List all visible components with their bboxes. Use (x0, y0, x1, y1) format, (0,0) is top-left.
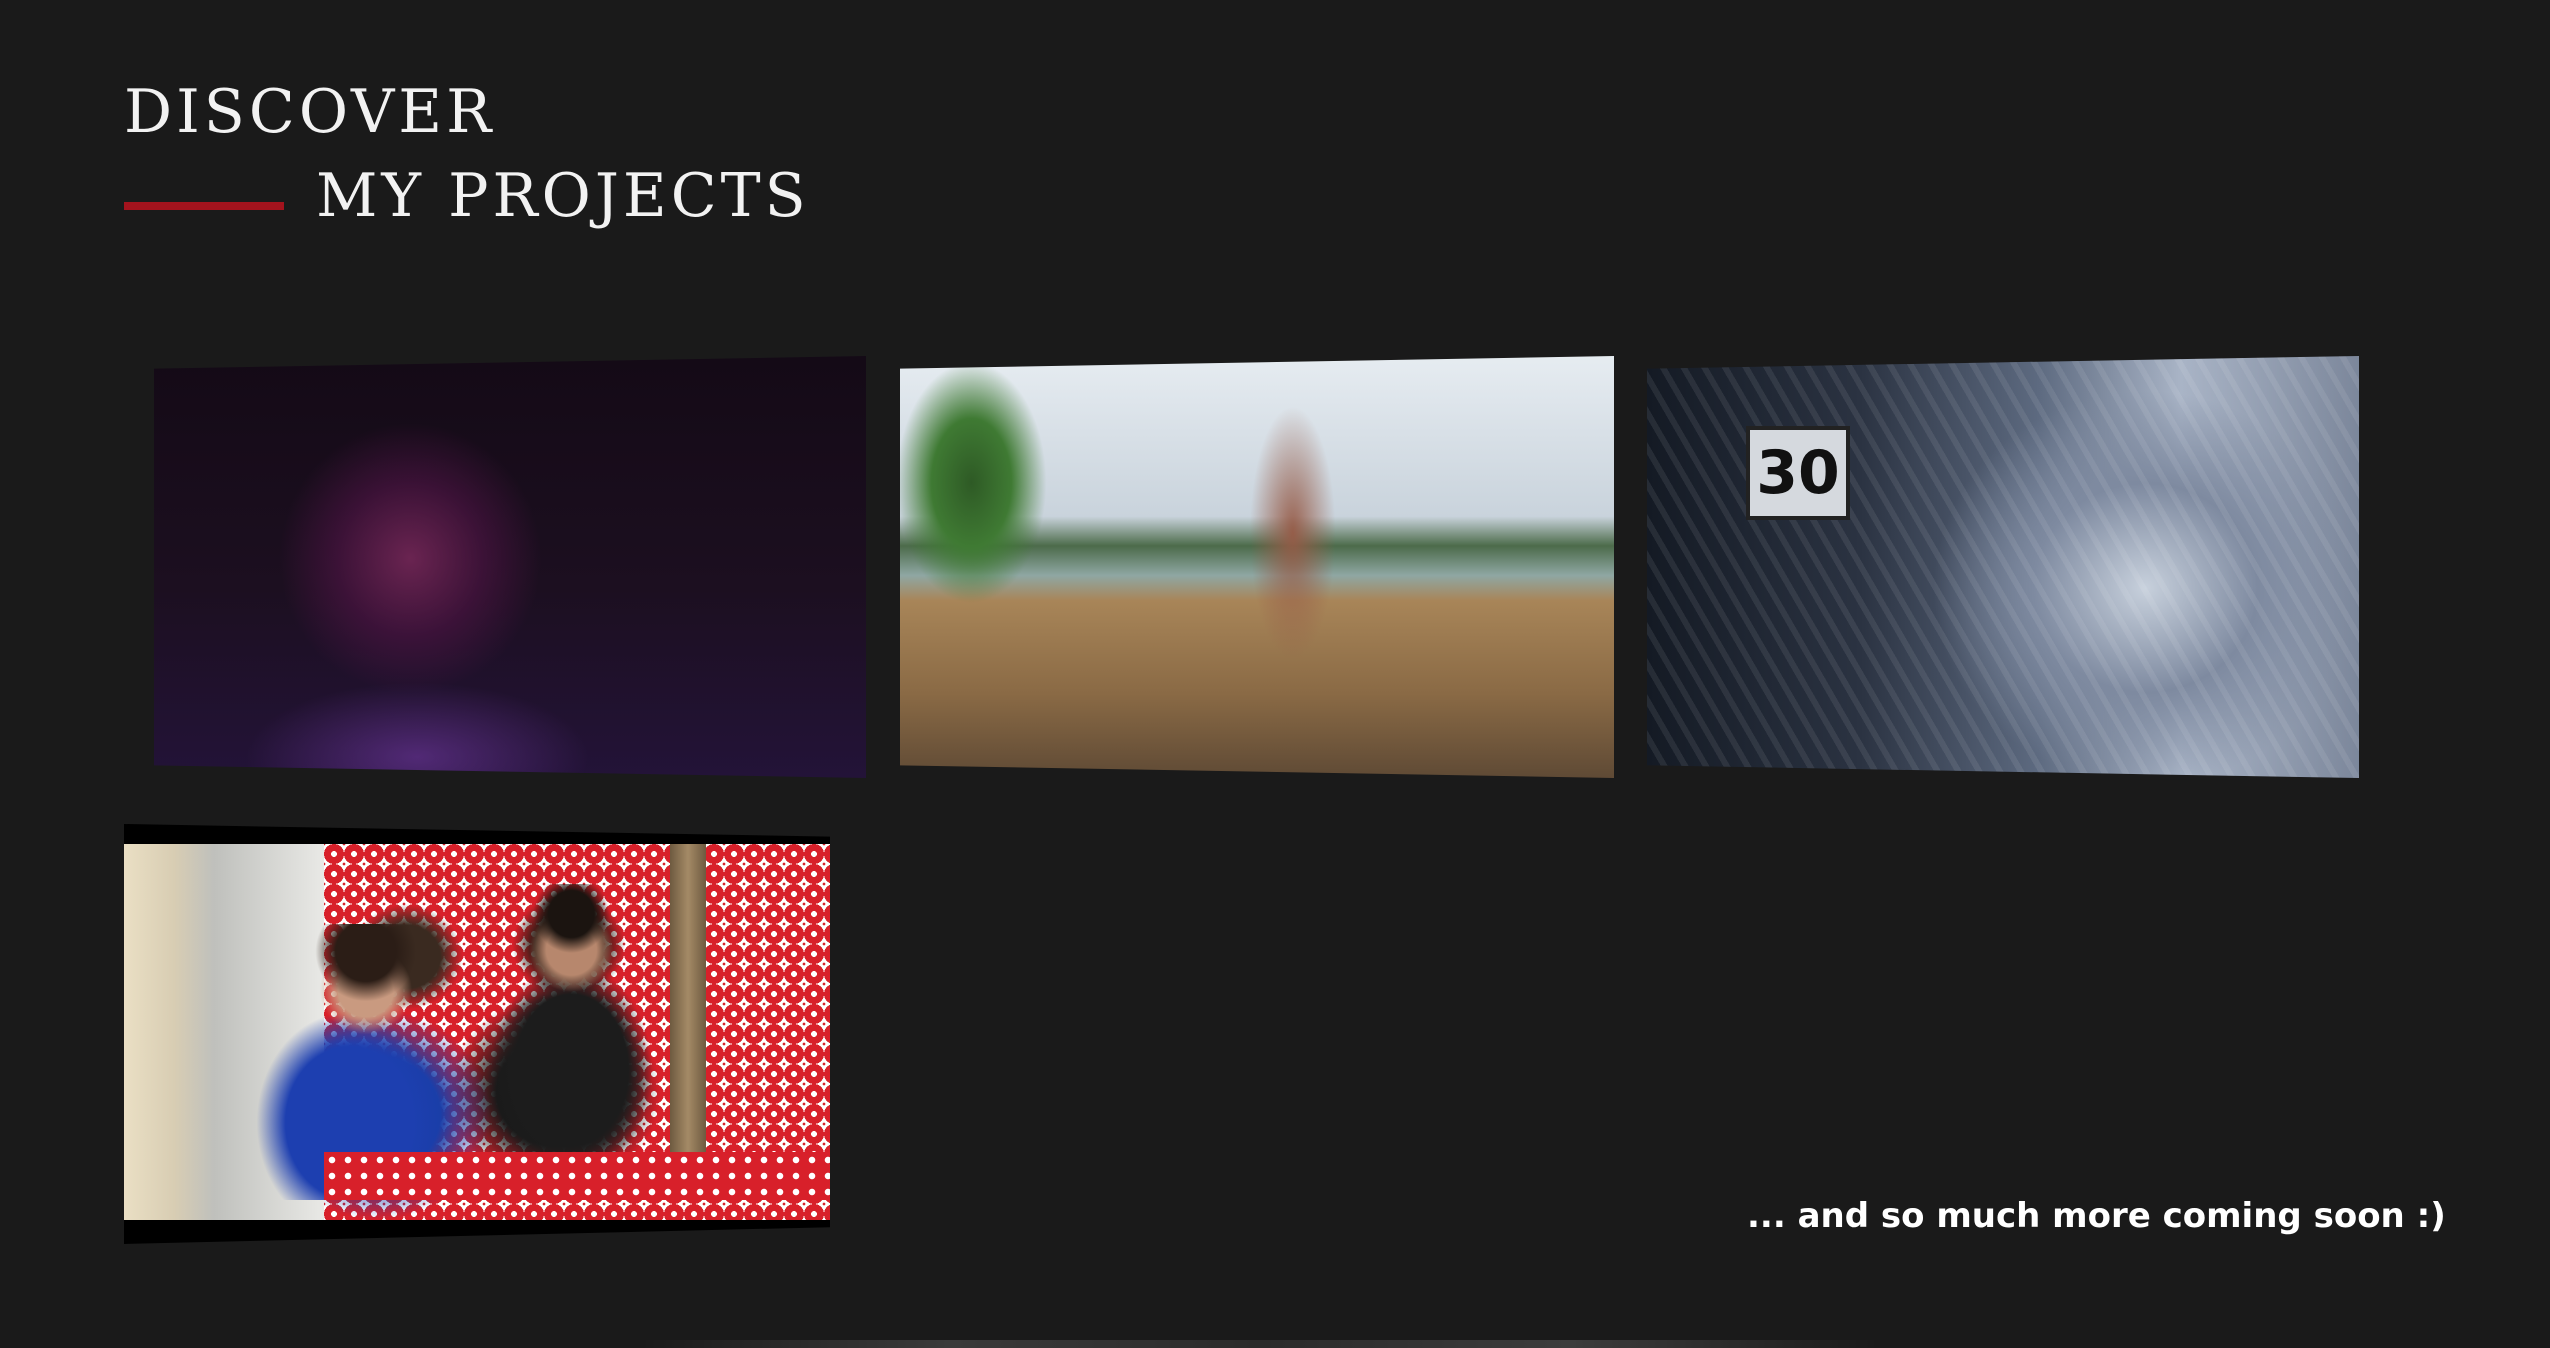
man-figure (484, 884, 674, 1184)
project-thumbnail-beach-dock[interactable] (900, 356, 1614, 778)
project-thumbnail-portrait[interactable] (154, 356, 866, 778)
polka-dot-tablecloth (324, 1152, 830, 1200)
title-line-discover: DISCOVER (124, 77, 496, 147)
accent-bar-divider (124, 202, 284, 210)
coming-soon-text: ... and so much more coming soon :) (1747, 1196, 2446, 1236)
title-projects-text: MY PROJECTS (316, 161, 810, 231)
bottom-edge-strip (640, 1340, 1880, 1348)
window-frame (670, 844, 706, 1200)
page-title: DISCOVER MY PROJECTS (124, 70, 810, 238)
title-line-projects: MY PROJECTS (124, 154, 810, 238)
project-thumbnail-road-sign[interactable]: 30 (1647, 356, 2359, 778)
speed-sign: 30 (1746, 426, 1850, 520)
project-thumbnail-cafe-couple[interactable] (124, 824, 830, 1244)
